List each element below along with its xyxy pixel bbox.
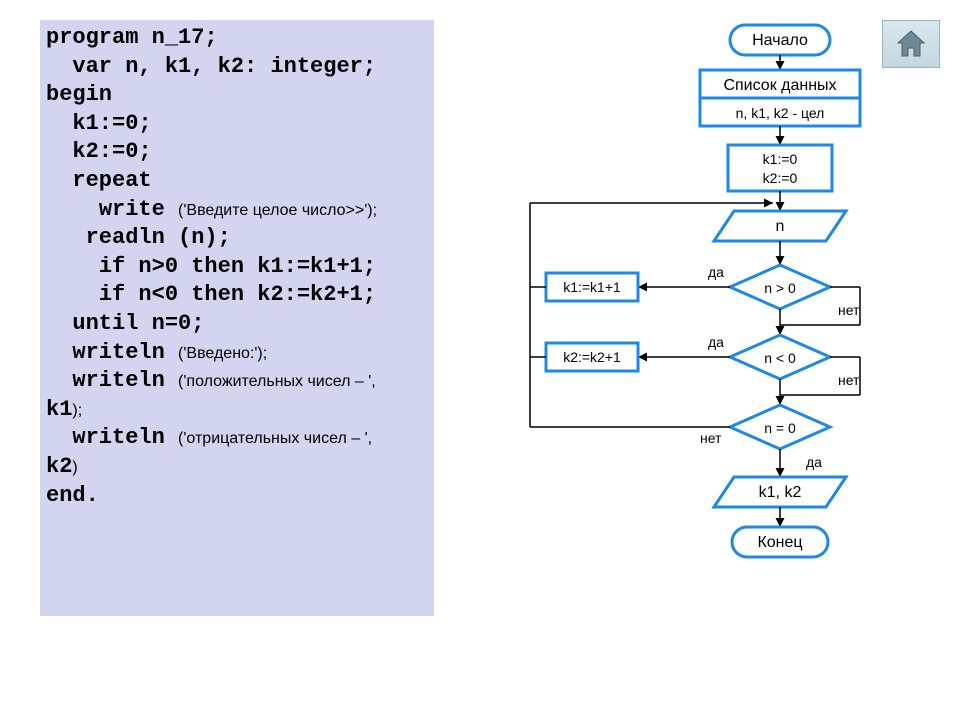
code-line: k2:=0;	[46, 138, 428, 167]
flow-input-label: n	[776, 218, 785, 235]
flow-data-vars: n, k1, k2 - цел	[736, 105, 825, 121]
code-line: readln (n);	[46, 224, 428, 253]
code-line: var n, k1, k2: integer;	[46, 53, 428, 82]
code-line: writeln ('положительных чисел – ',	[46, 367, 428, 396]
flowchart: Начало Список данных n, k1, k2 - цел k1:…	[510, 15, 950, 715]
code-line: k1:=0;	[46, 110, 428, 139]
code-line: k1);	[46, 396, 428, 425]
code-line: program n_17;	[46, 24, 428, 53]
flow-output-label: k1, k2	[759, 484, 802, 501]
flow-init1: k1:=0	[763, 151, 798, 167]
flow-no1: нет	[838, 302, 860, 318]
code-line: until n=0;	[46, 310, 428, 339]
flow-cond3-label: n = 0	[764, 420, 796, 436]
code-line: writeln ('отрицательных чисел – ',	[46, 424, 428, 453]
flow-no2: нет	[838, 372, 860, 388]
code-line: begin	[46, 81, 428, 110]
flow-act1-label: k1:=k1+1	[563, 279, 621, 295]
code-line: k2)	[46, 453, 428, 482]
code-line: write ('Введите целое число>>');	[46, 196, 428, 225]
flow-data-header: Список данных	[723, 77, 836, 94]
code-line: if n>0 then k1:=k1+1;	[46, 253, 428, 282]
code-line: if n<0 then k2:=k2+1;	[46, 281, 428, 310]
code-line: end.	[46, 482, 428, 511]
flow-start-label: Начало	[752, 32, 808, 49]
flow-yes2: да	[708, 334, 724, 350]
flow-act2-label: k2:=k2+1	[563, 349, 621, 365]
flow-no3: нет	[700, 430, 722, 446]
flow-end-label: Конец	[757, 534, 802, 551]
code-line: repeat	[46, 167, 428, 196]
flow-cond2-label: n < 0	[764, 350, 796, 366]
pascal-code-panel: program n_17; var n, k1, k2: integer; be…	[40, 20, 434, 616]
flow-yes3: да	[806, 454, 822, 470]
flow-yes1: да	[708, 264, 724, 280]
code-line: writeln ('Введено:');	[46, 339, 428, 368]
flow-init2: k2:=0	[763, 170, 798, 186]
flow-cond1-label: n > 0	[764, 280, 796, 296]
